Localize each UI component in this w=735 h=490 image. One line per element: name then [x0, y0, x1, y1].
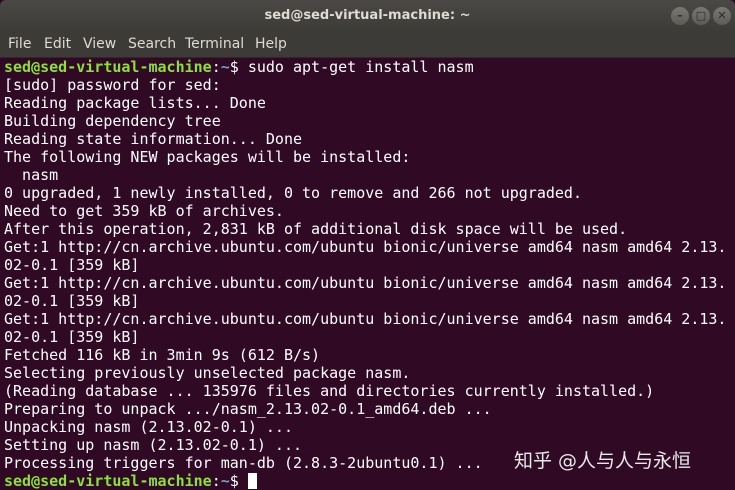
output-line: Need to get 359 kB of archives.	[4, 202, 284, 220]
menu-file[interactable]: File	[8, 32, 31, 57]
window-title: sed@sed-virtual-machine: ~	[264, 8, 471, 23]
menu-search[interactable]: Search	[128, 32, 176, 57]
close-icon[interactable]: ✕	[713, 7, 731, 25]
watermark-text: 知乎 @人与人与永恒	[514, 450, 692, 472]
menu-help[interactable]: Help	[255, 32, 287, 57]
maximize-icon[interactable]: □	[692, 7, 710, 25]
scrollbar[interactable]	[724, 58, 735, 490]
output-line: Fetched 116 kB in 3min 9s (612 B/s)	[4, 346, 321, 364]
command-text: sudo apt-get install nasm	[247, 58, 474, 76]
output-line: The following NEW packages will be insta…	[4, 148, 411, 166]
prompt-symbol: $	[229, 58, 248, 76]
terminal-window: sed@sed-virtual-machine: ~ – □ ✕ File Ed…	[0, 0, 735, 490]
prompt-separator: :	[211, 472, 221, 490]
output-line: Reading package lists... Done	[4, 94, 266, 112]
output-line: Unpacking nasm (2.13.02-0.1) ...	[4, 418, 293, 436]
title-bar[interactable]: sed@sed-virtual-machine: ~ – □ ✕	[0, 0, 735, 32]
output-line: nasm	[4, 166, 59, 184]
menu-edit[interactable]: Edit	[44, 32, 71, 57]
output-line: Selecting previously unselected package …	[4, 364, 411, 382]
prompt-user-host: sed@sed-virtual-machine	[4, 472, 212, 490]
prompt-path: ~	[220, 472, 230, 490]
output-line: 02-0.1 [359 kB]	[4, 256, 140, 274]
current-prompt-line: sed@sed-virtual-machine:~$	[4, 472, 257, 490]
prompt-user-host: sed@sed-virtual-machine	[4, 58, 212, 76]
menu-bar: File Edit View Search Terminal Help	[0, 32, 735, 58]
output-line: Preparing to unpack .../nasm_2.13.02-0.1…	[4, 400, 492, 418]
output-line: [sudo] password for sed:	[4, 76, 221, 94]
output-line: 02-0.1 [359 kB]	[4, 328, 140, 346]
output-line: Get:1 http://cn.archive.ubuntu.com/ubunt…	[4, 238, 724, 256]
prompt-symbol: $	[229, 472, 248, 490]
menu-view[interactable]: View	[83, 32, 116, 57]
text-cursor	[247, 473, 257, 489]
terminal-output[interactable]: sed@sed-virtual-machine:~$ sudo apt-get …	[4, 58, 724, 490]
output-line: (Reading database ... 135976 files and d…	[4, 382, 655, 400]
output-line: Processing triggers for man-db (2.8.3-2u…	[4, 454, 483, 472]
prompt-line: sed@sed-virtual-machine:~$ sudo apt-get …	[4, 58, 474, 76]
prompt-separator: :	[211, 58, 221, 76]
menu-terminal[interactable]: Terminal	[185, 32, 244, 57]
prompt-path: ~	[220, 58, 230, 76]
output-line: Building dependency tree	[4, 112, 221, 130]
output-line: Setting up nasm (2.13.02-0.1) ...	[4, 436, 303, 454]
output-line: Get:1 http://cn.archive.ubuntu.com/ubunt…	[4, 274, 724, 292]
output-line: 02-0.1 [359 kB]	[4, 292, 140, 310]
output-line: After this operation, 2,831 kB of additi…	[4, 220, 628, 238]
minimize-icon[interactable]: –	[671, 7, 689, 25]
output-line: Get:1 http://cn.archive.ubuntu.com/ubunt…	[4, 310, 724, 328]
output-line: Reading state information... Done	[4, 130, 303, 148]
output-line: 0 upgraded, 1 newly installed, 0 to remo…	[4, 184, 582, 202]
